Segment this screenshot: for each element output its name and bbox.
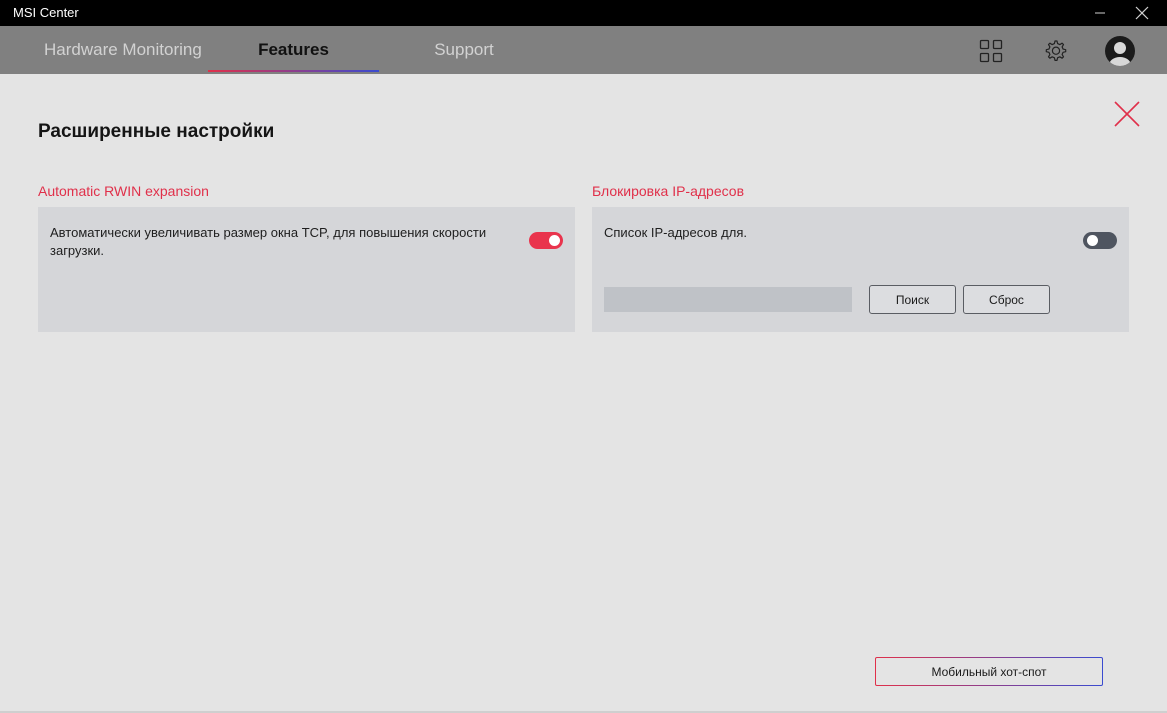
active-tab-indicator bbox=[208, 70, 379, 72]
window-close-icon bbox=[1135, 6, 1149, 20]
minimize-button[interactable] bbox=[1082, 0, 1118, 26]
ip-block-card: Список IP-адресов для. Поиск Сброс bbox=[592, 207, 1129, 332]
reset-button[interactable]: Сброс bbox=[963, 285, 1050, 314]
toggle-knob bbox=[549, 235, 560, 246]
grid-button[interactable] bbox=[976, 36, 1006, 66]
window-title: MSI Center bbox=[13, 5, 79, 20]
search-button[interactable]: Поиск bbox=[869, 285, 956, 314]
tab-hardware-monitoring[interactable]: Hardware Monitoring bbox=[44, 26, 202, 74]
minimize-icon bbox=[1095, 12, 1105, 14]
ip-block-section-title: Блокировка IP-адресов bbox=[592, 183, 745, 199]
mobile-hotspot-button[interactable]: Мобильный хот-спот bbox=[875, 657, 1103, 686]
close-icon bbox=[1114, 101, 1140, 127]
user-account-button[interactable] bbox=[1104, 35, 1136, 67]
avatar-icon bbox=[1105, 36, 1135, 66]
window-close-button[interactable] bbox=[1124, 0, 1160, 26]
title-bar: MSI Center bbox=[0, 0, 1167, 26]
top-navigation: Hardware Monitoring Features Support bbox=[0, 26, 1167, 74]
msi-center-window: MSI Center Hardware Monitoring Features … bbox=[0, 0, 1167, 713]
ip-block-toggle[interactable] bbox=[1083, 232, 1117, 249]
page-title: Расширенные настройки bbox=[38, 121, 275, 142]
gear-icon bbox=[1045, 40, 1067, 61]
rwin-description: Автоматически увеличивать размер окна TC… bbox=[50, 225, 487, 258]
rwin-section-title: Automatic RWIN expansion bbox=[38, 183, 209, 199]
ip-block-description: Список IP-адресов для. bbox=[604, 225, 747, 240]
tab-support[interactable]: Support bbox=[404, 26, 524, 74]
toggle-knob bbox=[1087, 235, 1098, 246]
grid-icon bbox=[979, 39, 1003, 63]
ip-address-input[interactable] bbox=[604, 287, 852, 312]
close-settings-button[interactable] bbox=[1113, 100, 1141, 128]
tab-features[interactable]: Features bbox=[208, 26, 379, 74]
rwin-toggle[interactable] bbox=[529, 232, 563, 249]
rwin-card: Автоматически увеличивать размер окна TC… bbox=[38, 207, 575, 332]
settings-button[interactable] bbox=[1040, 36, 1070, 66]
